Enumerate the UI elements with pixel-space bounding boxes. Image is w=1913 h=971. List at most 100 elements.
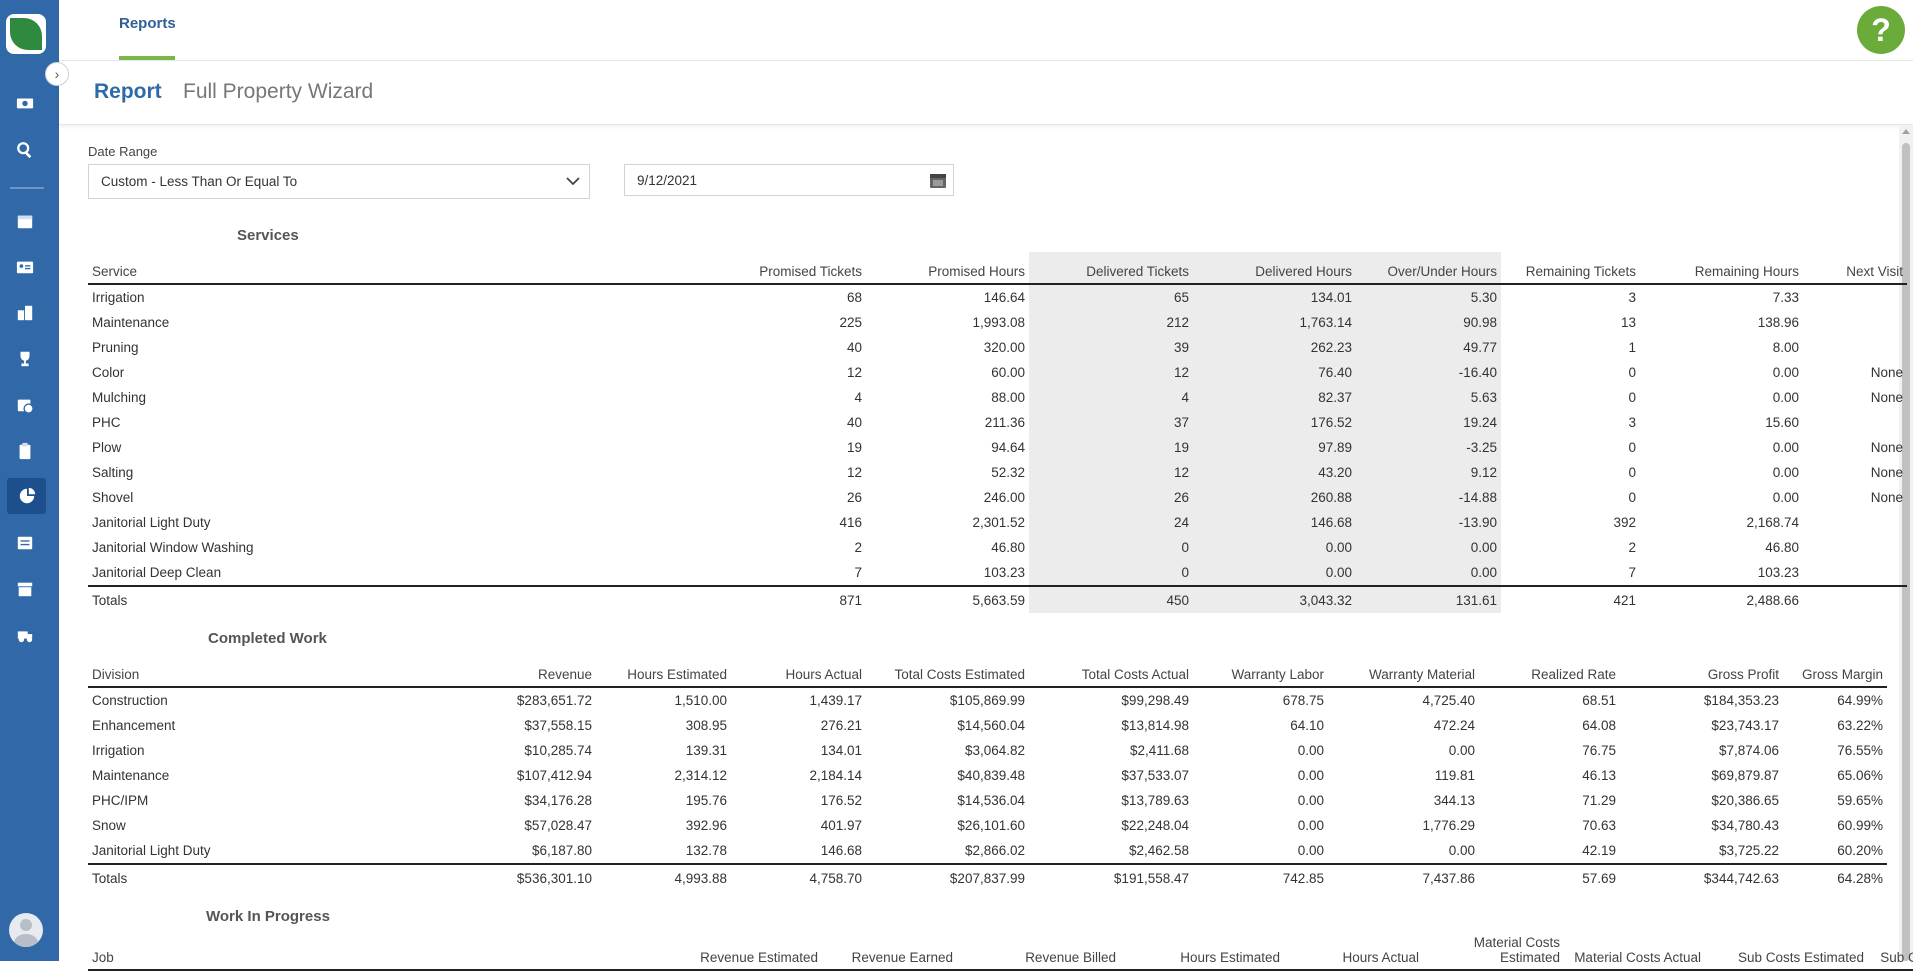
table-cell: $6,187.80 bbox=[531, 843, 592, 858]
table-cell: 76.55% bbox=[1837, 743, 1883, 758]
app-logo[interactable] bbox=[6, 14, 46, 54]
clipboard-icon[interactable] bbox=[12, 438, 38, 464]
table-cell bbox=[1803, 284, 1907, 310]
table-cell: 46.80 bbox=[1765, 540, 1799, 555]
column-header: Warranty Labor bbox=[1193, 655, 1328, 688]
table-cell: 0.00 bbox=[1297, 768, 1324, 783]
table-row: Color 12 60.00 12 76.40 -16.40 0 0.00 None bbox=[88, 360, 1907, 385]
table-cell: 3 bbox=[1628, 290, 1636, 305]
date-input[interactable]: 9/12/2021 bbox=[624, 164, 954, 196]
table-cell: $2,866.02 bbox=[964, 843, 1025, 858]
table-cell: 0.00 bbox=[1297, 743, 1324, 758]
table-cell: 4,725.40 bbox=[1422, 693, 1475, 708]
table-cell: 94.64 bbox=[991, 440, 1025, 455]
table-cell: 2,301.52 bbox=[972, 515, 1025, 530]
column-header: Revenue bbox=[422, 655, 596, 688]
row-label: Construction bbox=[92, 693, 168, 708]
table-cell: 64.10 bbox=[1290, 718, 1324, 733]
table-cell: $3,064.82 bbox=[964, 743, 1025, 758]
table-cell: 7.33 bbox=[1772, 290, 1799, 305]
table-cell: 65 bbox=[1029, 284, 1193, 310]
trophy-icon[interactable] bbox=[12, 346, 38, 372]
table-cell: 0 bbox=[1628, 365, 1636, 380]
reports-icon[interactable] bbox=[7, 478, 46, 514]
user-avatar[interactable] bbox=[9, 913, 43, 947]
table-cell: $14,560.04 bbox=[957, 718, 1025, 733]
table-cell: 88.00 bbox=[991, 390, 1025, 405]
invoice-icon[interactable] bbox=[12, 530, 38, 556]
table-row: Janitorial Light Duty $6,187.80 132.78 146.… bbox=[88, 838, 1887, 864]
totals-row: Totals 871 5,663.59 450 3,043.32 131.61 421 2,4… bbox=[88, 585, 1907, 613]
table-cell: 0.00 bbox=[1772, 365, 1799, 380]
tab-reports[interactable]: Reports bbox=[119, 15, 176, 32]
table-cell: 678.75 bbox=[1282, 693, 1324, 708]
table-cell: 1,763.14 bbox=[1193, 310, 1356, 335]
table-cell bbox=[1803, 410, 1907, 435]
table-cell: 5.30 bbox=[1356, 284, 1501, 310]
table-cell: -3.25 bbox=[1356, 435, 1501, 460]
table-cell: 19 bbox=[1029, 435, 1193, 460]
table-cell bbox=[1803, 535, 1907, 560]
table-cell: 12 bbox=[1029, 460, 1193, 485]
search-icon[interactable] bbox=[12, 137, 38, 163]
column-header: Job bbox=[88, 935, 598, 971]
table-cell: 19.24 bbox=[1356, 410, 1501, 435]
table-cell: 63.22% bbox=[1837, 718, 1883, 733]
calendar-picker-icon[interactable] bbox=[929, 171, 947, 189]
sidebar bbox=[0, 0, 59, 961]
equipment-icon[interactable] bbox=[12, 622, 38, 648]
table-cell: None bbox=[1870, 390, 1903, 405]
row-label: Totals bbox=[88, 863, 422, 891]
row-label: Salting bbox=[92, 465, 134, 480]
table-cell: 52.32 bbox=[991, 465, 1025, 480]
table-cell: 0.00 bbox=[1448, 743, 1475, 758]
calendar-icon[interactable] bbox=[12, 208, 38, 234]
table-row: Enhancement $37,558.15 308.95 276.21 $14,560… bbox=[88, 713, 1887, 738]
table-row: Janitorial Window Washing 2 46.80 0 0.00 0.00… bbox=[88, 535, 1907, 560]
money-icon[interactable] bbox=[12, 90, 38, 116]
column-header: Warranty Material bbox=[1328, 655, 1479, 688]
table-row: Irrigation $10,285.74 139.31 134.01 $3,064.8… bbox=[88, 738, 1887, 763]
table-cell: 57.69 bbox=[1479, 863, 1620, 891]
table-cell: 9.12 bbox=[1356, 460, 1501, 485]
table-row: Maintenance 225 1,993.08 212 1,763.14 90.98 13… bbox=[88, 310, 1907, 335]
table-cell: 260.88 bbox=[1193, 485, 1356, 510]
table-row: Janitorial Light Duty 416 2,301.52 24 146.68… bbox=[88, 510, 1907, 535]
completed-work-section-title: Completed Work bbox=[208, 630, 327, 647]
help-button[interactable]: ? bbox=[1857, 6, 1905, 54]
schedule-icon[interactable] bbox=[12, 392, 38, 418]
row-label: Irrigation bbox=[92, 290, 145, 305]
table-cell: -16.40 bbox=[1356, 360, 1501, 385]
table-cell: 60.99% bbox=[1837, 818, 1883, 833]
date-range-select[interactable]: Custom - Less Than Or Equal To bbox=[88, 164, 590, 199]
table-cell: 450 bbox=[1029, 585, 1193, 613]
table-cell: 3 bbox=[1628, 415, 1636, 430]
archive-icon[interactable] bbox=[12, 576, 38, 602]
table-cell: 344.13 bbox=[1433, 793, 1475, 808]
table-cell: $2,411.68 bbox=[1129, 743, 1189, 758]
table-cell: $13,814.98 bbox=[1121, 718, 1189, 733]
table-cell: None bbox=[1870, 440, 1903, 455]
date-range-value: Custom - Less Than Or Equal To bbox=[101, 174, 298, 189]
row-label: Pruning bbox=[92, 340, 139, 355]
column-header: Material Costs Actual bbox=[1564, 935, 1705, 971]
column-header: Over/Under Hours bbox=[1356, 252, 1501, 285]
table-cell: 37 bbox=[1029, 410, 1193, 435]
table-cell: 40 bbox=[846, 340, 862, 355]
table-cell: 0 bbox=[1628, 465, 1636, 480]
table-cell: 2 bbox=[1628, 540, 1636, 555]
contacts-icon[interactable] bbox=[12, 254, 38, 280]
buildings-icon[interactable] bbox=[12, 300, 38, 326]
table-cell: 132.78 bbox=[685, 843, 727, 858]
table-cell: -14.88 bbox=[1356, 485, 1501, 510]
page-title: Report bbox=[94, 80, 162, 103]
active-tab-indicator bbox=[119, 56, 175, 60]
table-cell: 0.00 bbox=[1772, 390, 1799, 405]
completed-work-table: Division Revenue Hours Estimated Hours Actu… bbox=[88, 655, 1887, 891]
sidebar-collapse-button[interactable]: › bbox=[45, 62, 69, 86]
scroll-up-arrow-icon[interactable] bbox=[1902, 129, 1910, 134]
report-name: Full Property Wizard bbox=[183, 80, 374, 103]
table-cell: 416 bbox=[839, 515, 862, 530]
table-cell: 262.23 bbox=[1193, 335, 1356, 360]
column-header: Gross Margin bbox=[1783, 655, 1887, 688]
